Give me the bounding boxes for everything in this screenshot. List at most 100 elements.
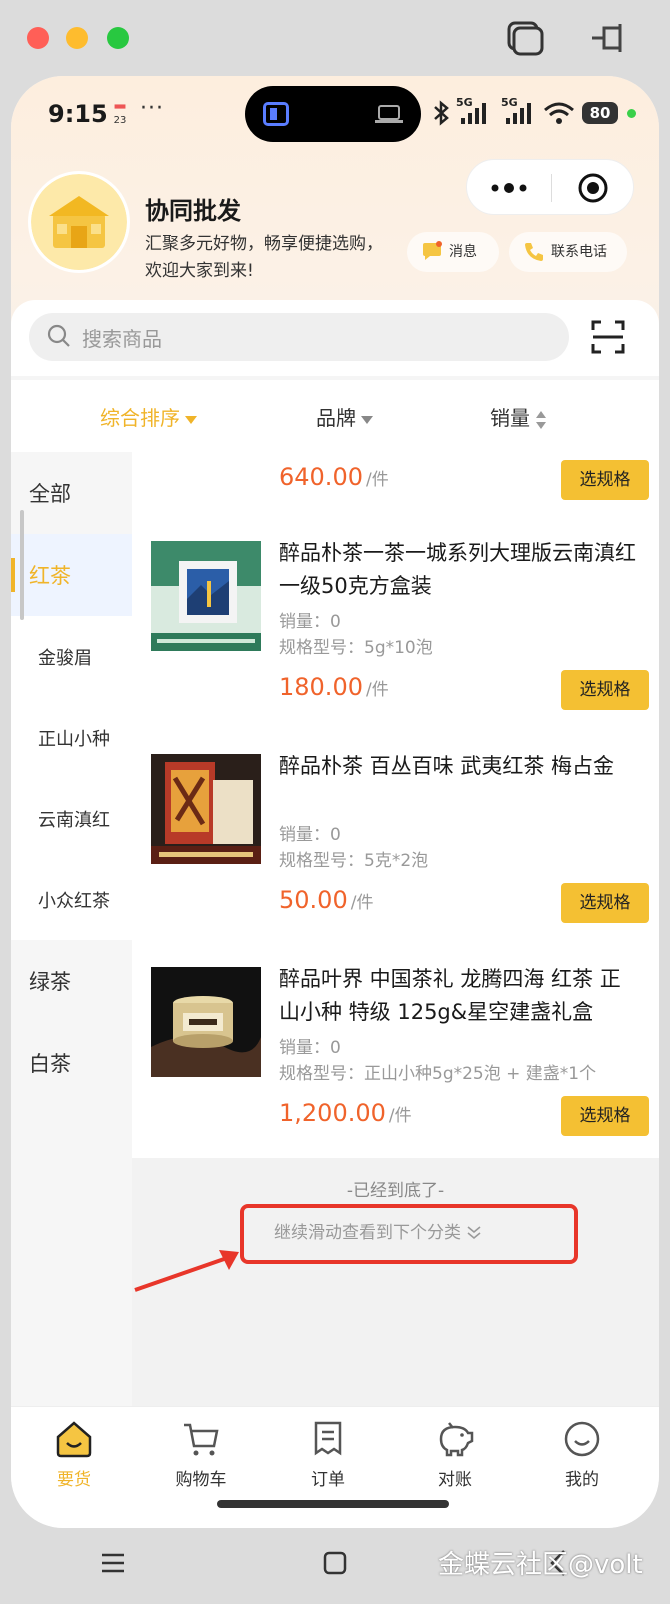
sidebar-item-label: 金骏眉 [38, 648, 92, 669]
product-photo [151, 754, 261, 864]
tab-mine[interactable]: 我的 [542, 1419, 622, 1499]
more-options-icon[interactable] [489, 178, 529, 198]
search-input[interactable]: 搜索商品 [29, 313, 569, 361]
sort-comprehensive-label: 综合排序 [100, 406, 180, 430]
sort-brand-label: 品牌 [316, 406, 356, 430]
sidebar-scrollbar[interactable] [20, 510, 24, 620]
scan-icon[interactable] [591, 320, 625, 354]
window-minimize-button[interactable] [66, 27, 88, 49]
bluetooth-icon [434, 100, 449, 126]
product-sales: 销量：0 [279, 825, 341, 845]
smile-profile-icon [564, 1421, 600, 1457]
tab-orders[interactable]: 订单 [288, 1419, 368, 1499]
select-spec-button[interactable]: 选规格 [561, 670, 649, 710]
sort-sales-label: 销量 [490, 406, 530, 430]
piggy-bank-icon [439, 1422, 474, 1457]
annotation-arrow-icon [134, 1250, 239, 1292]
product-item[interactable]: 醉品朴茶一茶一城系列大理版云南滇红一级50克方盒装 销量：0 规格型号：5g*1… [132, 533, 659, 746]
category-sidebar: 全部 红茶 金骏眉 正山小种 云南滇红 小众红茶 绿茶 白茶 [11, 452, 132, 1452]
product-sales: 销量：0 [279, 612, 341, 632]
tab-cart[interactable]: 购物车 [161, 1419, 241, 1499]
product-title: 醉品朴茶 百丛百味 武夷红茶 梅占金 [279, 754, 615, 778]
sidebar-item-green-tea[interactable]: 绿茶 [11, 940, 132, 1022]
window-close-button[interactable] [27, 27, 49, 49]
product-sales: 销量：0 [279, 1038, 341, 1058]
message-label: 消息 [449, 244, 477, 260]
phone-icon [525, 243, 543, 261]
capsule-divider [551, 174, 552, 202]
battery-indicator: 80 [582, 102, 618, 124]
bottom-tab-bar: 要货 购物车 订单 对账 我的 [11, 1406, 659, 1528]
message-button[interactable]: 消息 [407, 232, 499, 272]
product-title: 醉品叶界 中国茶礼 龙腾四海 红茶 正山小种 特级 125g&星空建盏礼盒 [279, 967, 621, 1024]
wifi-icon [544, 102, 574, 124]
product-image[interactable] [151, 967, 261, 1077]
product-image[interactable] [151, 754, 261, 864]
product-price: 180.00/件 [279, 673, 389, 701]
product-spec: 规格型号：5克*2泡 [279, 851, 429, 871]
sort-bar: 综合排序 品牌 销量 [11, 376, 659, 452]
shop-logo-icon [31, 174, 127, 270]
sidebar-item-label: 小众红茶 [38, 891, 110, 912]
status-more: ··· [140, 96, 164, 121]
product-photo [151, 967, 261, 1077]
shop-name: 协同批发 [145, 197, 241, 225]
pin-icon[interactable] [590, 20, 630, 56]
sidebar-item-jinjunmei[interactable]: 金骏眉 [11, 616, 132, 698]
calendar-icon: ▀▀ 23 [113, 105, 127, 126]
select-spec-button[interactable]: 选规格 [561, 883, 649, 923]
phone-screen: 9:15 ▀▀ 23 ··· 5G 5G 80 协同批发 汇聚多元好物，畅享便捷… [11, 76, 659, 1528]
sidebar-item-yunnan-dianhong[interactable]: 云南滇红 [11, 778, 132, 860]
product-spec: 规格型号：正山小种5g*25泡 + 建盏*1个 [279, 1064, 597, 1084]
product-title: 醉品朴茶一茶一城系列大理版云南滇红一级50克方盒装 [279, 541, 636, 598]
cart-icon [184, 1423, 219, 1456]
shop-avatar[interactable] [31, 174, 127, 270]
tab-label: 对账 [438, 1470, 472, 1490]
window-zoom-button[interactable] [107, 27, 129, 49]
sort-sales[interactable]: 销量 [490, 402, 546, 431]
tab-label: 我的 [565, 1470, 599, 1490]
signal-icon-2 [506, 103, 531, 124]
product-image[interactable] [151, 541, 261, 651]
product-price: 50.00/件 [279, 886, 374, 914]
sidebar-item-zhengshanxiaozhong[interactable]: 正山小种 [11, 697, 132, 779]
select-spec-button[interactable]: 选规格 [561, 1096, 649, 1136]
select-spec-button[interactable]: 选规格 [561, 460, 649, 500]
laptop-icon [375, 105, 403, 123]
tab-label: 购物车 [175, 1470, 227, 1490]
dynamic-island [245, 86, 421, 142]
product-item[interactable]: 醉品朴茶 百丛百味 武夷红茶 梅占金 销量：0 规格型号：5克*2泡 50.00… [132, 746, 659, 959]
order-icon [314, 1421, 342, 1456]
product-photo [151, 541, 261, 651]
message-icon [423, 241, 442, 260]
sidebar-item-label: 全部 [29, 482, 71, 506]
dropdown-caret-icon [185, 415, 197, 424]
sidebar-item-label: 云南滇红 [38, 810, 110, 831]
home-indicator[interactable] [217, 1500, 449, 1508]
status-time: 9:15 [48, 100, 108, 128]
status-bar: 9:15 ▀▀ 23 ··· 5G 5G 80 [11, 76, 659, 156]
miniprogram-capsule [466, 159, 634, 215]
tab-reconciliation[interactable]: 对账 [415, 1419, 495, 1499]
product-spec: 规格型号：5g*10泡 [279, 638, 433, 658]
signal-icon-1 [461, 103, 486, 124]
home-square-icon[interactable] [322, 1550, 348, 1576]
tab-label: 要货 [57, 1470, 91, 1490]
multi-window-icon[interactable] [505, 20, 545, 56]
menu-icon[interactable] [100, 1550, 126, 1576]
sidebar-item-all[interactable]: 全部 [11, 452, 132, 534]
annotation-highlight-box [240, 1204, 578, 1264]
product-item[interactable]: 醉品叶界 中国茶礼 龙腾四海 红茶 正山小种 特级 125g&星空建盏礼盒 销量… [132, 959, 659, 1172]
contact-phone-button[interactable]: 联系电话 [509, 232, 627, 272]
sidebar-item-niche-black-tea[interactable]: 小众红茶 [11, 859, 132, 941]
privacy-dot [627, 109, 636, 118]
sort-comprehensive[interactable]: 综合排序 [100, 402, 197, 431]
close-miniprogram-icon[interactable] [577, 172, 609, 204]
window-titlebar [0, 0, 670, 78]
sort-brand[interactable]: 品牌 [316, 402, 373, 431]
sidebar-item-white-tea[interactable]: 白茶 [11, 1022, 132, 1104]
sidebar-item-black-tea[interactable]: 红茶 [11, 534, 132, 616]
tab-label: 订单 [311, 1470, 345, 1490]
tab-order-goods[interactable]: 要货 [34, 1419, 114, 1499]
sidebar-item-label: 正山小种 [38, 729, 110, 750]
